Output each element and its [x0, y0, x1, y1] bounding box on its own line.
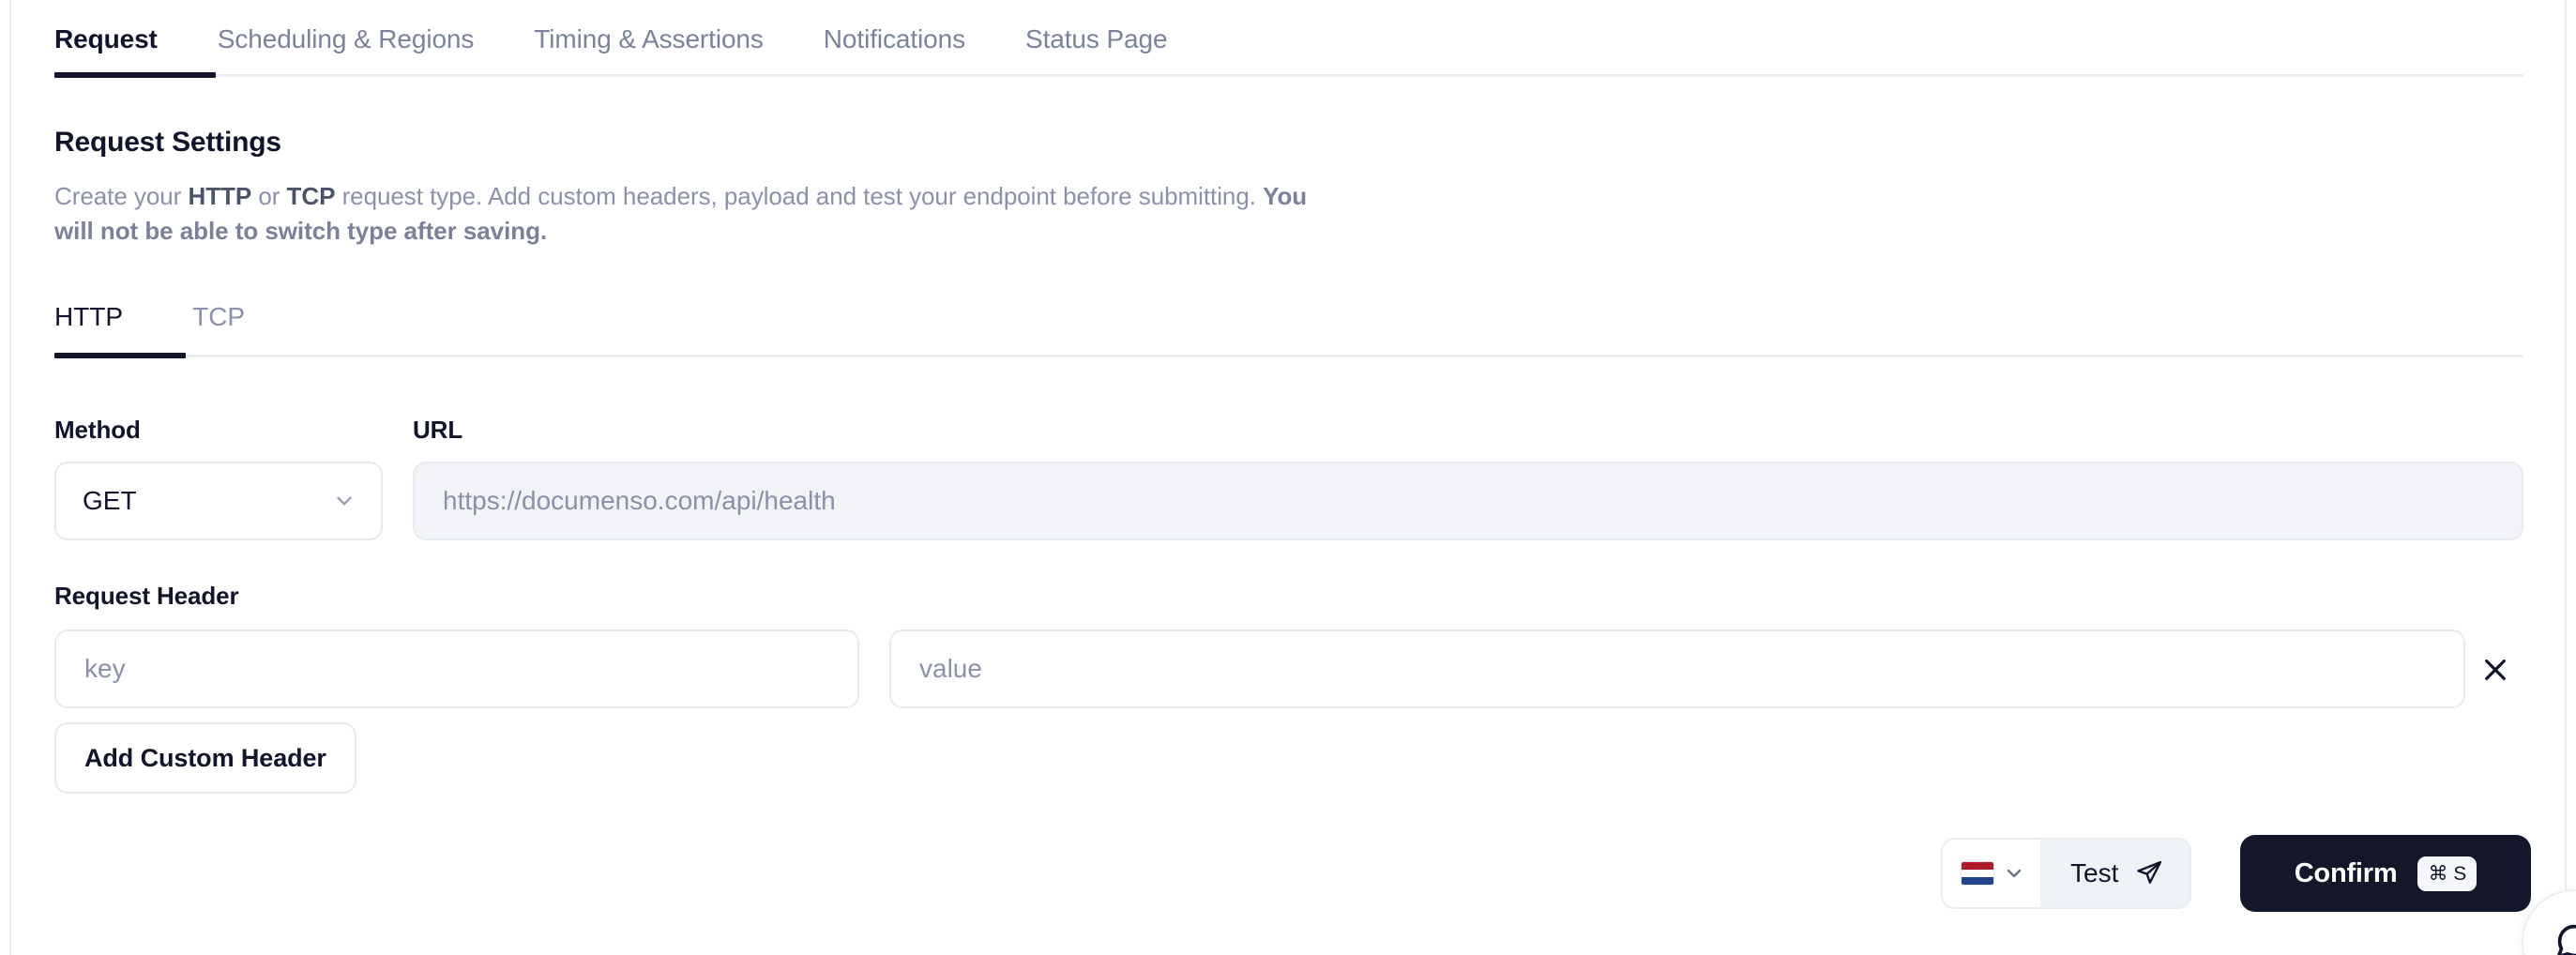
test-action-group: Test — [1941, 838, 2191, 909]
tab-timing-assertions[interactable]: Timing & Assertions — [504, 0, 793, 79]
desc-part-2: or — [251, 182, 286, 210]
confirm-button-label: Confirm — [2295, 858, 2398, 889]
test-button-label: Test — [2070, 858, 2118, 888]
protocol-tab-active-indicator — [54, 353, 186, 358]
test-button[interactable]: Test — [2040, 840, 2190, 907]
protocol-tab-separator — [54, 355, 2523, 357]
method-select[interactable]: GET — [54, 462, 383, 540]
method-selected-value: GET — [83, 486, 137, 516]
tab-label: Notifications — [824, 24, 965, 54]
desc-http: HTTP — [188, 182, 251, 210]
tab-label: TCP — [192, 302, 245, 332]
tab-label: Scheduling & Regions — [218, 24, 475, 54]
tab-label: Request — [54, 24, 158, 54]
desc-part-3: request type. Add custom headers, payloa… — [335, 182, 1263, 210]
page-title: Request Settings — [54, 127, 281, 159]
tab-label: HTTP — [54, 302, 123, 332]
close-icon[interactable] — [2475, 649, 2516, 690]
desc-tcp: TCP — [287, 182, 336, 210]
add-custom-header-label: Add Custom Header — [84, 744, 326, 773]
url-label: URL — [413, 416, 462, 445]
main-tab-bar: Request Scheduling & Regions Timing & As… — [54, 0, 1197, 79]
confirm-button[interactable]: Confirm ⌘ S — [2240, 835, 2531, 912]
header-value-placeholder: value — [919, 654, 982, 684]
confirm-shortcut-badge: ⌘ S — [2417, 856, 2477, 891]
tab-notifications[interactable]: Notifications — [794, 0, 995, 79]
netherlands-flag-icon — [1962, 862, 1993, 885]
region-picker[interactable] — [1943, 840, 2040, 907]
add-custom-header-button[interactable]: Add Custom Header — [54, 722, 356, 794]
tab-tcp[interactable]: TCP — [160, 281, 277, 353]
panel-right-border — [2565, 0, 2567, 955]
request-settings-panel: Request Scheduling & Regions Timing & As… — [0, 0, 2576, 955]
chevron-down-icon — [2003, 862, 2025, 885]
header-key-placeholder: key — [84, 654, 126, 684]
main-tab-active-indicator — [54, 72, 216, 78]
protocol-tab-bar: HTTP TCP — [54, 281, 277, 353]
tab-http[interactable]: HTTP — [54, 281, 160, 353]
url-input[interactable]: https://documenso.com/api/health — [413, 462, 2523, 540]
method-label: Method — [54, 416, 141, 445]
chevron-down-icon — [332, 489, 356, 513]
url-placeholder: https://documenso.com/api/health — [443, 486, 836, 516]
tab-label: Timing & Assertions — [534, 24, 763, 54]
send-icon — [2135, 859, 2163, 887]
request-header-label: Request Header — [54, 582, 239, 611]
tab-request[interactable]: Request — [54, 0, 188, 79]
tab-status-page[interactable]: Status Page — [995, 0, 1197, 79]
desc-part-1: Create your — [54, 182, 188, 210]
panel-left-border — [9, 0, 11, 955]
header-key-input[interactable]: key — [54, 629, 859, 708]
header-value-input[interactable]: value — [889, 629, 2465, 708]
chat-bubble-icon — [2553, 921, 2576, 955]
tab-label: Status Page — [1025, 24, 1167, 54]
tab-scheduling-regions[interactable]: Scheduling & Regions — [188, 0, 505, 79]
section-description: Create your HTTP or TCP request type. Ad… — [54, 179, 1330, 249]
main-tab-separator — [54, 74, 2523, 77]
